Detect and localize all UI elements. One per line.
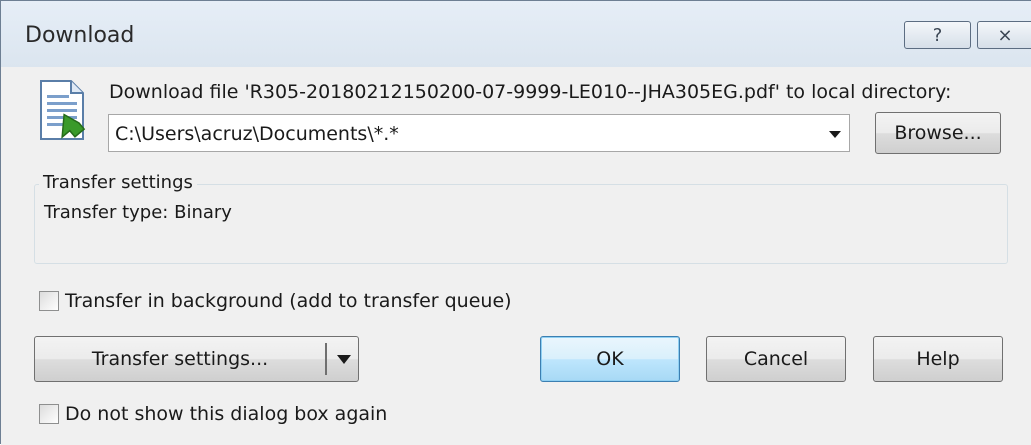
do-not-show-label[interactable]: Do not show this dialog box again [65, 403, 387, 425]
background-transfer-checkbox[interactable] [39, 291, 59, 311]
ok-button[interactable]: OK [540, 336, 680, 382]
background-transfer-option[interactable]: Transfer in background (add to transfer … [39, 290, 512, 312]
title-help-button[interactable]: ? [904, 21, 971, 49]
download-dialog: Download ? ⨯ Download file 'R305-2018021… [0, 0, 1031, 445]
title-bar[interactable]: Download ? ⨯ [1, 1, 1031, 67]
split-dropdown-button[interactable] [332, 349, 356, 369]
transfer-type-text: Transfer type: Binary [44, 202, 232, 223]
title-close-button[interactable]: ⨯ [977, 21, 1031, 49]
transfer-settings-button[interactable]: Transfer settings... [35, 337, 325, 381]
transfer-settings-split-button[interactable]: Transfer settings... [34, 336, 359, 382]
chevron-down-icon[interactable] [829, 131, 841, 138]
close-icon: ⨯ [997, 24, 1013, 46]
help-button[interactable]: Help [873, 336, 1003, 382]
window-title: Download [25, 23, 135, 48]
file-download-icon [40, 80, 86, 140]
directory-value[interactable]: C:\Users\acruz\Documents\*.* [115, 123, 399, 145]
download-prompt: Download file 'R305-20180212150200-07-99… [109, 81, 952, 103]
directory-combobox[interactable]: C:\Users\acruz\Documents\*.* [108, 114, 850, 152]
cancel-button[interactable]: Cancel [706, 336, 846, 382]
dropdown-arrow-icon [337, 354, 351, 364]
transfer-settings-group [34, 184, 1008, 264]
split-divider [325, 343, 327, 375]
transfer-settings-legend: Transfer settings [39, 172, 197, 193]
do-not-show-option[interactable]: Do not show this dialog box again [39, 403, 387, 425]
do-not-show-checkbox[interactable] [39, 404, 59, 424]
question-icon: ? [932, 24, 943, 46]
background-transfer-label[interactable]: Transfer in background (add to transfer … [65, 290, 512, 312]
browse-button[interactable]: Browse... [875, 112, 1001, 154]
